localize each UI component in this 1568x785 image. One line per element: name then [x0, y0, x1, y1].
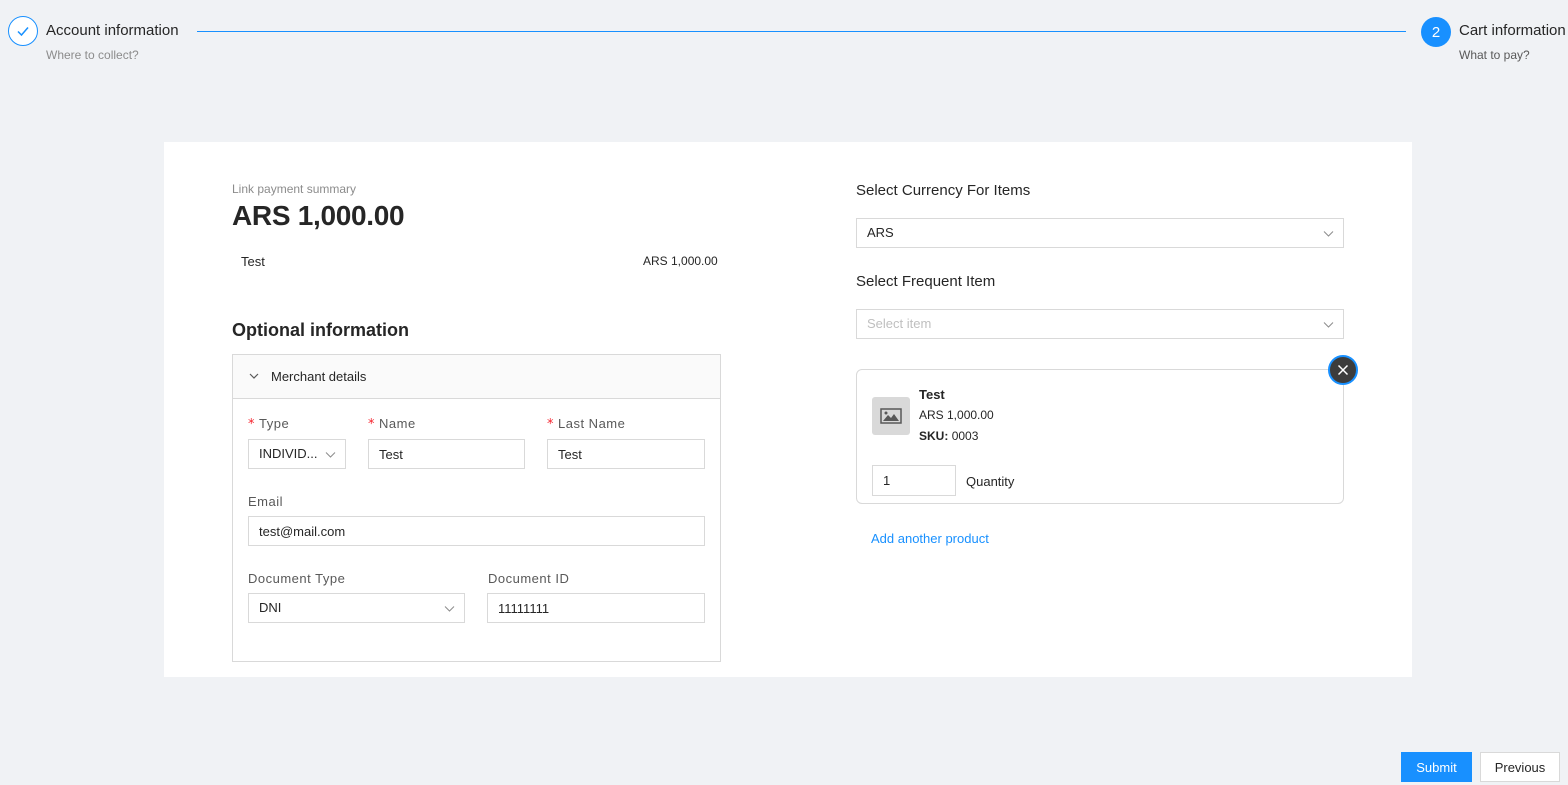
step-1-description: Where to collect? [46, 48, 139, 62]
submit-button[interactable]: Submit [1401, 752, 1472, 782]
chevron-down-icon [1323, 322, 1334, 328]
frequent-item-label: Select Frequent Item [856, 273, 996, 290]
document-type-label: Document Type [248, 571, 346, 586]
required-mark: * [547, 417, 554, 432]
last-name-label-text: Last Name [558, 416, 626, 431]
name-label: * Name [368, 416, 416, 432]
step-2-description: What to pay? [1459, 48, 1530, 62]
product-image-placeholder [872, 397, 910, 435]
email-input[interactable] [248, 516, 705, 546]
type-label: * Type [248, 416, 289, 432]
step-connector-line [197, 31, 1406, 32]
cart-form-card: Link payment summary ARS 1,000.00 Test A… [164, 142, 1412, 677]
product-sku-value: 0003 [951, 429, 979, 443]
last-name-input[interactable] [547, 439, 705, 469]
frequent-item-placeholder: Select item [867, 316, 932, 331]
product-name: Test [919, 387, 945, 402]
product-sku: SKU: 0003 [919, 429, 978, 443]
currency-select[interactable]: ARS [856, 218, 1344, 248]
merchant-details-title: Merchant details [271, 369, 367, 384]
required-mark: * [368, 417, 375, 432]
chevron-down-icon [444, 606, 455, 612]
email-label: Email [248, 494, 284, 509]
name-input[interactable] [368, 439, 525, 469]
close-icon [1337, 364, 1349, 376]
type-select[interactable]: INDIVID... [248, 439, 346, 469]
step-2-title: Cart information [1459, 22, 1566, 39]
product-price: ARS 1,000.00 [919, 408, 994, 422]
summary-item-name: Test [241, 254, 265, 269]
step-finished-check-icon [8, 16, 38, 46]
previous-button[interactable]: Previous [1480, 752, 1560, 782]
quantity-label: Quantity [966, 474, 1015, 489]
chevron-down-icon [249, 373, 259, 379]
step-2-number: 2 [1421, 17, 1451, 47]
image-icon [880, 408, 902, 424]
summary-label: Link payment summary [232, 182, 357, 196]
merchant-details-panel: Merchant details * Type INDIVID... * Name … [232, 354, 721, 662]
last-name-label: * Last Name [547, 416, 625, 432]
quantity-input[interactable] [872, 465, 956, 496]
product-sku-label: SKU: [919, 429, 949, 443]
type-select-value: INDIVID... [259, 446, 318, 461]
document-id-input[interactable] [487, 593, 705, 623]
merchant-details-header[interactable]: Merchant details [233, 355, 720, 399]
currency-label: Select Currency For Items [856, 182, 1031, 199]
required-mark: * [248, 417, 255, 432]
document-type-select-value: DNI [259, 600, 282, 615]
chevron-down-icon [325, 452, 336, 458]
chevron-down-icon [1323, 231, 1334, 237]
product-card: Test ARS 1,000.00 SKU: 0003 Quantity [856, 369, 1344, 504]
optional-info-title: Optional information [232, 320, 409, 340]
currency-select-value: ARS [867, 225, 894, 240]
step-1-title: Account information [46, 22, 179, 39]
summary-item-price: ARS 1,000.00 [643, 254, 718, 268]
summary-total: ARS 1,000.00 [232, 200, 405, 231]
add-another-product-link[interactable]: Add another product [871, 531, 989, 546]
document-type-select[interactable]: DNI [248, 593, 465, 623]
document-id-label: Document ID [488, 571, 570, 586]
name-label-text: Name [379, 416, 416, 431]
frequent-item-select[interactable]: Select item [856, 309, 1344, 339]
check-icon [17, 27, 29, 37]
remove-product-button[interactable] [1328, 355, 1358, 385]
type-label-text: Type [259, 416, 290, 431]
